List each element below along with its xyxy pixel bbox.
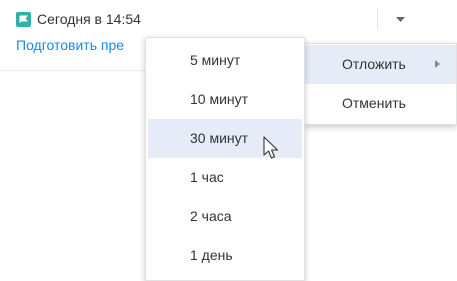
caret-down-icon: [396, 17, 405, 22]
toolbar-separator: [377, 8, 378, 30]
snooze-option-10-min[interactable]: 10 минут: [148, 80, 302, 119]
menu-item-cancel[interactable]: Отменить: [305, 84, 456, 123]
menu-item-snooze[interactable]: Отложить: [305, 45, 456, 84]
snooze-option-label: 1 день: [190, 247, 233, 263]
flag-icon: [16, 12, 31, 27]
snooze-option-1-hour[interactable]: 1 час: [148, 158, 302, 197]
snooze-option-label: 30 минут: [190, 130, 249, 146]
reminder-actions-dropdown[interactable]: [388, 10, 414, 30]
snooze-option-label: 10 минут: [190, 91, 249, 107]
snooze-option-label: 5 минут: [190, 52, 241, 68]
menu-item-label: Отложить: [342, 56, 406, 72]
snooze-option-1-day[interactable]: 1 день: [148, 236, 302, 275]
snooze-option-2-hours[interactable]: 2 часа: [148, 197, 302, 236]
snooze-submenu: 5 минут 10 минут 30 минут 1 час 2 часа 1…: [145, 37, 305, 281]
reminder-actions-menu: Отложить Отменить: [304, 43, 457, 125]
menu-item-label: Отменить: [342, 95, 406, 111]
snooze-option-5-min[interactable]: 5 минут: [148, 41, 302, 80]
snooze-option-30-min[interactable]: 30 минут: [148, 119, 302, 158]
snooze-option-label: 2 часа: [190, 208, 232, 224]
reminder-title-link[interactable]: Подготовить пре: [16, 36, 124, 54]
snooze-option-label: 1 час: [190, 169, 224, 185]
reminder-time: Сегодня в 14:54: [37, 11, 141, 27]
chevron-right-icon: [435, 60, 440, 68]
